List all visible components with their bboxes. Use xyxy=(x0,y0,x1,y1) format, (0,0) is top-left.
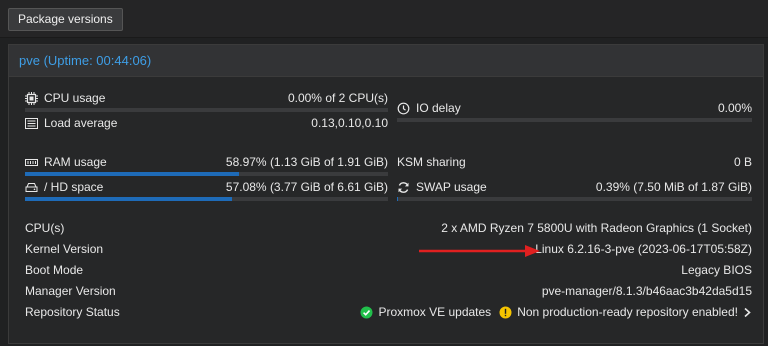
panel-header: pve (Uptime: 00:44:06) xyxy=(9,45,763,77)
cpu-icon xyxy=(25,91,38,105)
refresh-icon xyxy=(397,181,410,194)
package-versions-button[interactable]: Package versions xyxy=(8,8,123,31)
io-delay-bar xyxy=(397,118,752,122)
ram-usage-bar xyxy=(25,172,388,176)
swap-usage-value: 0.39% (7.50 MiB of 1.87 GiB) xyxy=(595,180,752,194)
hdd-icon xyxy=(25,181,38,194)
ram-usage-bar-fill xyxy=(25,172,240,176)
manager-version-row: Manager Version pve-manager/8.1.3/b46aac… xyxy=(25,284,752,302)
manager-version-value: pve-manager/8.1.3/b46aac3b42da5d15 xyxy=(541,284,752,298)
check-circle-icon xyxy=(360,306,373,319)
io-delay-stat: IO delay 0.00% xyxy=(397,101,752,131)
boot-mode-value: Legacy BIOS xyxy=(681,263,752,277)
kernel-version-row: Kernel Version Linux 6.2.16-3-pve (2023-… xyxy=(25,242,752,260)
clock-icon xyxy=(397,102,410,115)
hd-space-stat: / HD space 57.08% (3.77 GiB of 6.61 GiB) xyxy=(25,180,388,210)
repository-status-row: Repository Status Proxmox VE updates Non… xyxy=(25,305,752,323)
hd-space-bar xyxy=(25,197,388,201)
cpu-usage-value: 0.00% of 2 CPU(s) xyxy=(287,91,388,105)
boot-mode-label: Boot Mode xyxy=(25,263,84,277)
hd-space-value: 57.08% (3.77 GiB of 6.61 GiB) xyxy=(225,180,388,194)
node-status-panel: pve (Uptime: 00:44:06) CPU usage 0.00% o… xyxy=(8,44,764,344)
warning-icon xyxy=(499,306,512,319)
manager-version-label: Manager Version xyxy=(25,284,116,298)
swap-usage-bar-fill xyxy=(397,197,399,201)
toolbar: Package versions xyxy=(0,0,768,38)
ksm-sharing-label: KSM sharing xyxy=(397,155,466,169)
cpus-row: CPU(s) 2 x AMD Ryzen 7 5800U with Radeon… xyxy=(25,221,752,239)
cpu-usage-bar xyxy=(25,108,388,112)
cpus-label: CPU(s) xyxy=(25,221,65,235)
repo-ok-text: Proxmox VE updates xyxy=(378,305,492,319)
swap-usage-stat: SWAP usage 0.39% (7.50 MiB of 1.87 GiB) xyxy=(397,180,752,210)
kernel-version-value: Linux 6.2.16-3-pve (2023-06-17T05:58Z) xyxy=(535,242,752,256)
swap-usage-label: SWAP usage xyxy=(416,180,487,194)
hd-space-label: / HD space xyxy=(44,180,104,194)
chevron-right-icon xyxy=(743,306,752,319)
load-average-value: 0.13,0.10,0.10 xyxy=(311,116,388,130)
boot-mode-row: Boot Mode Legacy BIOS xyxy=(25,263,752,281)
load-average-stat: Load average 0.13,0.10,0.10 xyxy=(25,116,388,146)
io-delay-label: IO delay xyxy=(416,101,461,115)
cpu-usage-label: CPU usage xyxy=(44,91,106,105)
panel-title: pve (Uptime: 00:44:06) xyxy=(19,53,152,68)
swap-usage-bar xyxy=(397,197,752,201)
hd-space-bar-fill xyxy=(25,197,233,201)
repository-status-label: Repository Status xyxy=(25,305,120,319)
memory-icon xyxy=(25,156,38,169)
ram-usage-value: 58.97% (1.13 GiB of 1.91 GiB) xyxy=(225,155,388,169)
load-average-label: Load average xyxy=(44,116,118,130)
repository-status-link[interactable]: Proxmox VE updates Non production-ready … xyxy=(360,305,752,319)
repo-warning-text: Non production-ready repository enabled! xyxy=(517,305,738,319)
io-delay-value: 0.00% xyxy=(717,101,752,115)
ksm-sharing-value: 0 B xyxy=(733,155,752,169)
cpus-value: 2 x AMD Ryzen 7 5800U with Radeon Graphi… xyxy=(441,221,752,235)
kernel-version-label: Kernel Version xyxy=(25,242,104,256)
annotation-arrow xyxy=(419,244,541,261)
ram-usage-label: RAM usage xyxy=(44,155,107,169)
tasks-icon xyxy=(25,117,38,130)
